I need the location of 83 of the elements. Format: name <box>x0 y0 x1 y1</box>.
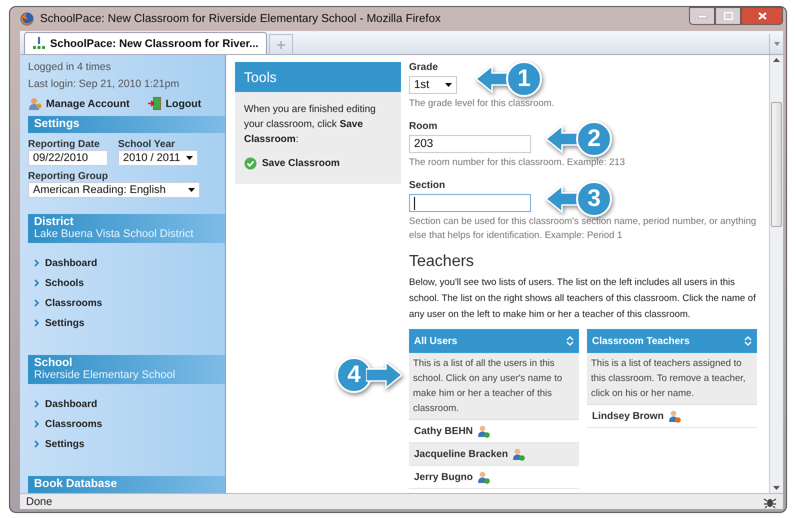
text-cursor <box>414 196 415 210</box>
section-subtitle: Riverside Elementary School <box>34 369 176 381</box>
add-user-icon <box>512 448 525 460</box>
section-title: District <box>34 216 75 228</box>
manage-account-link[interactable]: Manage Account <box>28 97 130 110</box>
field-hint: The room number for this classroom. Example: 213 <box>409 156 626 170</box>
field-label: School Year <box>118 139 176 150</box>
maximize-button[interactable] <box>715 7 741 25</box>
field-label: Reporting Group <box>28 171 109 182</box>
tab-list-button[interactable] <box>769 34 783 54</box>
field-hint: Section can be used for this classroom's section name, period number, or anything else that helps for identification. Example: Period 1 <box>409 215 757 243</box>
browser-tab[interactable]: SchoolPace: New Classroom for River... <box>24 32 268 54</box>
field-label: Room <box>409 121 438 133</box>
section-title: Book Database <box>34 478 118 490</box>
select-field[interactable]: 1st <box>409 76 457 94</box>
caret-icon <box>774 42 780 46</box>
exit-door-icon <box>148 97 162 110</box>
add-user-icon <box>476 470 490 484</box>
nav-link[interactable]: Classrooms <box>28 414 225 434</box>
field-label: Section <box>409 180 446 192</box>
new-tab-button[interactable] <box>269 34 294 54</box>
dropdown-caret-icon <box>186 156 193 160</box>
status-text: Done <box>26 496 52 508</box>
section-subtitle: Lake Buena Vista School District <box>34 228 194 240</box>
nav-link[interactable]: Dashboard <box>28 394 225 414</box>
chevron-icon <box>34 279 39 287</box>
last-login: Last login: Sep 21, 2010 1:21pm <box>28 77 180 92</box>
browser-logo-icon <box>20 12 34 26</box>
chevron-icon <box>34 319 39 327</box>
chevron-icon <box>34 400 39 408</box>
dropdown-caret-icon <box>188 188 195 192</box>
window-title: SchoolPace: New Classroom for Riverside Elementary School - Mozilla Firefox <box>40 13 442 25</box>
callout-number: 2 <box>576 121 612 157</box>
logout-link[interactable]: Logout <box>148 97 202 110</box>
input-field[interactable]: 09/22/2010 <box>28 150 108 166</box>
chevron-icon <box>34 420 39 428</box>
nav-link[interactable]: Schools <box>28 273 225 293</box>
callout-number: 4 <box>336 357 372 393</box>
user-gear-icon <box>28 97 42 110</box>
section-title: Settings <box>34 118 80 130</box>
site-favicon-icon <box>33 37 45 50</box>
add-user-icon <box>476 424 490 438</box>
chevron-icon <box>34 440 39 448</box>
minimize-button[interactable] <box>689 7 715 25</box>
tools-message: When you are finished editing your classroom, click Save Classroom: <box>243 103 377 147</box>
save-classroom-button[interactable]: Save Classroom <box>235 153 349 184</box>
list-description: This is a list of teachers assigned to this classroom. To remove a teacher, click on his or her name. <box>587 353 757 405</box>
chevron-icon <box>34 299 39 307</box>
nav-link[interactable]: Settings <box>28 313 225 333</box>
callout-number: 1 <box>506 61 542 97</box>
chevron-icon <box>34 259 39 267</box>
close-button[interactable] <box>741 7 783 25</box>
login-count: Logged in 4 times <box>28 60 112 75</box>
nav-link[interactable]: Classrooms <box>28 293 225 313</box>
select-field[interactable]: American Reading: English <box>28 182 200 198</box>
input-field[interactable]: 203 <box>409 135 531 153</box>
sort-icon <box>566 335 574 347</box>
dropdown-caret-icon <box>445 83 452 87</box>
field-label: Reporting Date <box>28 139 101 150</box>
section-title: School <box>34 357 74 369</box>
remove-user-icon <box>668 410 681 422</box>
field-label: Grade <box>409 62 439 74</box>
panel-title: Tools <box>235 62 401 92</box>
teachers-intro: Below, you'll see two lists of users. The list on the left includes all users in this school. The list on the right shows all teachers of this classroom. Click the name of any user on the left to make him or her a teacher of this classroom. <box>409 276 757 322</box>
select-field[interactable]: 2010 / 2011 <box>118 150 198 166</box>
scrollbar-thumb[interactable] <box>771 102 782 227</box>
callout-number: 3 <box>576 181 612 217</box>
close-icon <box>758 12 766 20</box>
input-field[interactable] <box>409 194 531 212</box>
minimize-icon <box>698 14 706 18</box>
plus-icon <box>277 40 286 48</box>
list-description: This is a list of all the users in this school. Click on any user's name to make him or her a teacher of this classroom. <box>409 353 579 420</box>
scrollbar[interactable] <box>769 55 783 493</box>
sort-icon <box>744 335 752 347</box>
scroll-up-icon <box>773 58 780 62</box>
nav-link[interactable]: Dashboard <box>28 253 225 273</box>
callout-arrow <box>366 361 402 389</box>
scroll-down-icon <box>773 486 780 490</box>
nav-link[interactable]: Settings <box>28 434 225 454</box>
maximize-icon <box>724 12 732 20</box>
check-icon <box>244 157 257 170</box>
section-heading: Teachers <box>409 253 475 271</box>
field-hint: The grade level for this classroom. <box>409 97 556 111</box>
